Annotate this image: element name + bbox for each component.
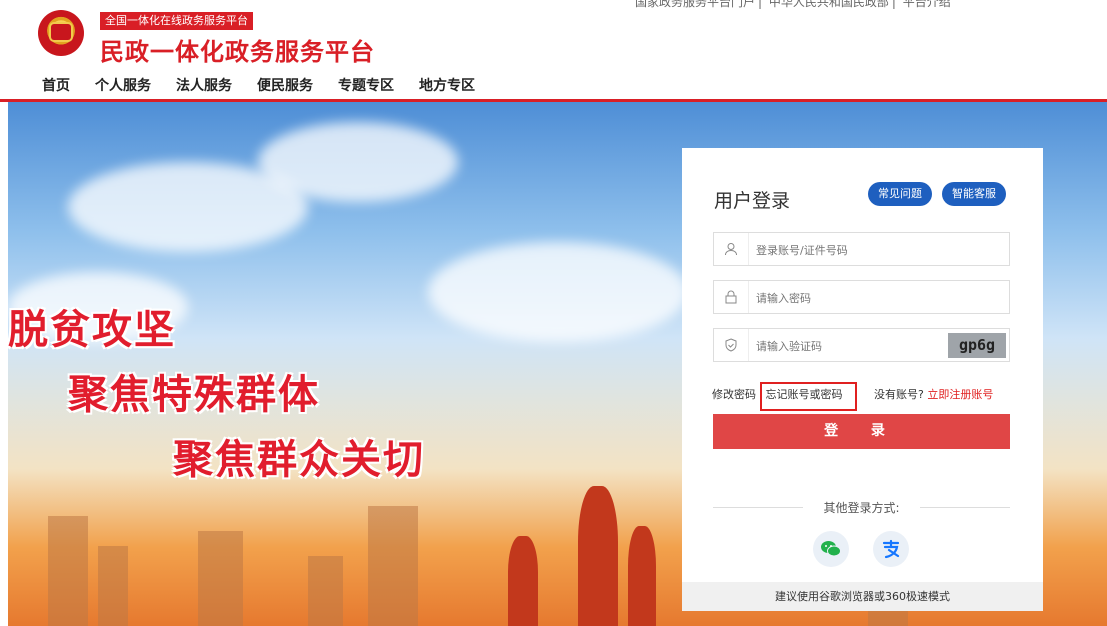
- nav-convenience[interactable]: 便民服务: [257, 75, 313, 95]
- login-title: 用户登录: [714, 190, 791, 212]
- user-icon: [714, 233, 749, 265]
- password-input[interactable]: [754, 287, 938, 309]
- alipay-login-icon[interactable]: [873, 531, 909, 567]
- main-nav: 首页 个人服务 法人服务 便民服务 专题专区 地方专区: [42, 75, 475, 95]
- browser-recommendation: 建议使用谷歌浏览器或360极速模式: [682, 582, 1043, 611]
- login-button[interactable]: 登 录: [713, 414, 1010, 449]
- top-link-portal[interactable]: 国家政务服务平台门户: [635, 0, 755, 9]
- nav-personal[interactable]: 个人服务: [95, 75, 151, 95]
- smart-service-button[interactable]: 智能客服: [942, 182, 1006, 206]
- account-links: 修改密码 忘记账号或密码 没有账号? 立即注册账号: [712, 382, 993, 411]
- hero-slogan-groups: 聚焦特殊群体: [68, 372, 320, 418]
- platform-tagline: 全国一体化在线政务服务平台: [100, 12, 253, 30]
- captcha-field: gp6g: [713, 328, 1010, 362]
- account-input[interactable]: [754, 239, 938, 261]
- lock-icon: [714, 281, 749, 313]
- change-password-link[interactable]: 修改密码: [712, 388, 756, 401]
- hero-slogan-concerns: 聚焦群众关切: [173, 437, 425, 483]
- password-field: [713, 280, 1010, 314]
- wechat-login-icon[interactable]: [813, 531, 849, 567]
- nav-home[interactable]: 首页: [42, 75, 70, 95]
- site-title[interactable]: 民政一体化政务服务平台: [100, 32, 375, 67]
- nav-local[interactable]: 地方专区: [419, 75, 475, 95]
- other-login-label: 其他登录方式:: [713, 499, 1010, 516]
- captcha-image[interactable]: gp6g: [948, 333, 1006, 358]
- no-account-label: 没有账号?: [874, 388, 924, 401]
- national-emblem-logo: [38, 10, 84, 56]
- nav-topics[interactable]: 专题专区: [338, 75, 394, 95]
- shield-icon: [714, 329, 749, 361]
- top-link-ministry[interactable]: 中华人民共和国民政部: [769, 0, 889, 9]
- captcha-input[interactable]: [754, 335, 938, 357]
- hero-slogan-poverty: 脱贫攻坚: [8, 307, 176, 353]
- top-link-intro[interactable]: 平台介绍: [903, 0, 951, 9]
- nav-legal[interactable]: 法人服务: [176, 75, 232, 95]
- top-links: 国家政务服务平台门户 | 中华人民共和国民政部 | 平台介绍: [632, 0, 954, 10]
- account-field: [713, 232, 1010, 266]
- faq-button[interactable]: 常见问题: [868, 182, 932, 206]
- login-panel: 用户登录 常见问题 智能客服 gp6g 修改密码 忘记账号或密码 没有账号? 立…: [682, 148, 1043, 611]
- forgot-account-link[interactable]: 忘记账号或密码: [759, 382, 857, 411]
- register-link[interactable]: 立即注册账号: [927, 388, 993, 401]
